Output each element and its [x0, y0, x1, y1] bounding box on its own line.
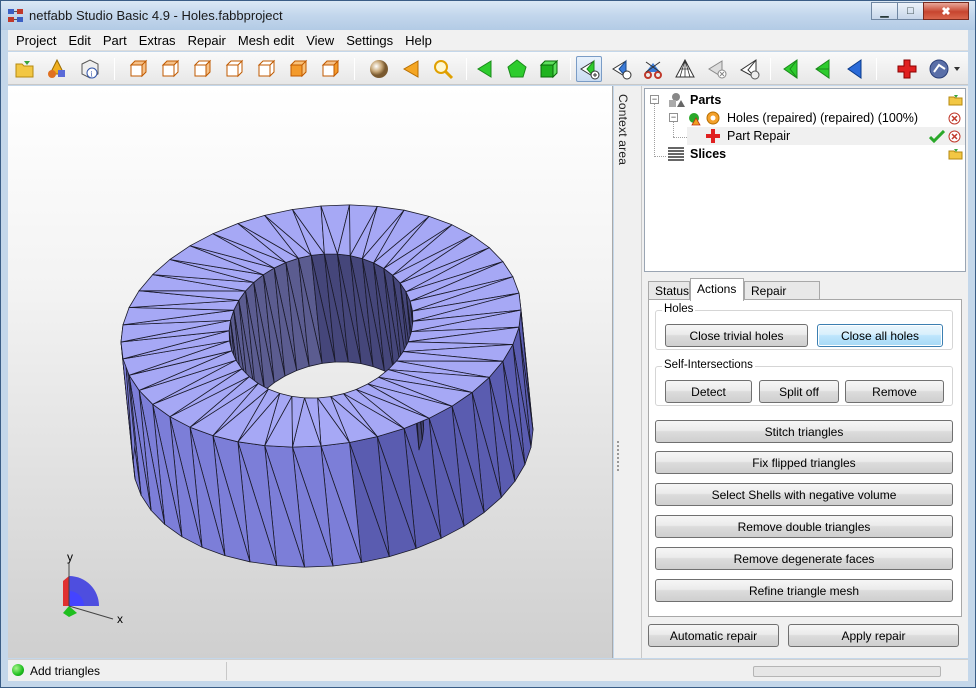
- menu-extras[interactable]: Extras: [133, 30, 182, 51]
- parts-icon: [669, 93, 685, 107]
- minimize-button[interactable]: ▁: [871, 2, 898, 20]
- green-triangle-alt-icon[interactable]: [810, 56, 836, 82]
- view-right-icon[interactable]: [222, 56, 248, 82]
- part-collapse-toggle[interactable]: −: [669, 113, 678, 122]
- axis-x-label: x: [117, 612, 123, 626]
- tree-item-parts[interactable]: Parts: [667, 91, 721, 109]
- part-status-icon: [689, 113, 701, 126]
- triangle-left-icon[interactable]: [398, 56, 424, 82]
- holes-legend: Holes: [662, 303, 696, 315]
- fix-flipped-triangles-button[interactable]: Fix flipped triangles: [655, 451, 953, 474]
- delete-triangle-icon[interactable]: [704, 56, 730, 82]
- tree-item-part[interactable]: Holes (repaired) (repaired) (100%): [687, 109, 918, 127]
- parts-label: Parts: [690, 93, 722, 107]
- slices-folder-icon[interactable]: [948, 148, 963, 160]
- toolbar: i: [8, 52, 968, 85]
- shading-sphere-icon[interactable]: [366, 56, 392, 82]
- view-back-icon[interactable]: [158, 56, 184, 82]
- status-bar: Add triangles: [8, 659, 968, 681]
- mesh-tool-icon[interactable]: [736, 56, 762, 82]
- menu-part[interactable]: Part: [97, 30, 133, 51]
- apply-repair-button[interactable]: Apply repair: [788, 624, 959, 647]
- remove-degenerate-faces-button[interactable]: Remove degenerate faces: [655, 547, 953, 570]
- green-triangle-left-icon[interactable]: [778, 56, 804, 82]
- tree-item-part-repair[interactable]: Part Repair: [687, 127, 965, 145]
- tab-actions[interactable]: Actions: [690, 278, 744, 301]
- part-label: Holes (repaired) (repaired) (100%): [727, 111, 919, 125]
- close-button[interactable]: ✖: [923, 2, 969, 20]
- status-text: Add triangles: [30, 664, 101, 678]
- tab-status[interactable]: Status: [648, 281, 690, 300]
- axis-gizmo: y x: [63, 551, 123, 626]
- add-part-icon[interactable]: [44, 56, 70, 82]
- detect-button[interactable]: Detect: [665, 380, 752, 403]
- visibility-eye-icon[interactable]: [705, 110, 721, 126]
- menu-bar: Project Edit Part Extras Repair Mesh edi…: [8, 30, 968, 51]
- repair-cross-icon[interactable]: [894, 56, 920, 82]
- parts-folder-icon[interactable]: [948, 94, 963, 106]
- split-off-button[interactable]: Split off: [759, 380, 839, 403]
- blue-triangle-icon[interactable]: [842, 56, 868, 82]
- project-tree: − Parts − Holes (repaired) (repaired) (1…: [644, 88, 966, 272]
- 3d-viewport[interactable]: y x: [8, 86, 613, 658]
- view-left-icon[interactable]: [190, 56, 216, 82]
- automatic-repair-button[interactable]: Automatic repair: [648, 624, 779, 647]
- select-shell-icon[interactable]: [536, 56, 562, 82]
- menu-settings[interactable]: Settings: [340, 30, 399, 51]
- slices-icon: [668, 147, 684, 161]
- actions-panel: Holes Close trivial holes Close all hole…: [648, 299, 962, 617]
- axis-y-label: y: [67, 551, 73, 564]
- repair-remove-icon[interactable]: [948, 130, 961, 143]
- menu-view[interactable]: View: [300, 30, 340, 51]
- close-all-holes-button[interactable]: Close all holes: [817, 324, 943, 347]
- self-intersections-legend: Self-Intersections: [662, 359, 755, 371]
- context-area-strip[interactable]: Context area: [614, 86, 642, 658]
- mesh-wire-icon[interactable]: [672, 56, 698, 82]
- part-repair-label: Part Repair: [727, 129, 791, 143]
- view-front-icon[interactable]: [126, 56, 152, 82]
- status-ok-icon: [12, 664, 24, 676]
- view-bottom-icon[interactable]: [286, 56, 312, 82]
- move-point-icon[interactable]: [608, 56, 634, 82]
- right-panel: − Parts − Holes (repaired) (repaired) (1…: [642, 86, 968, 658]
- open-folder-icon[interactable]: [12, 56, 38, 82]
- splitter-grip[interactable]: [617, 441, 621, 471]
- zoom-icon[interactable]: [430, 56, 456, 82]
- title-bar: netfabb Studio Basic 4.9 - Holes.fabbpro…: [1, 1, 975, 30]
- remove-intersections-button[interactable]: Remove: [845, 380, 944, 403]
- view-top-icon[interactable]: [254, 56, 280, 82]
- apply-check-icon[interactable]: [929, 130, 945, 143]
- tab-repair-scripts[interactable]: Repair scripts: [744, 281, 820, 312]
- app-logo-icon: [8, 9, 23, 22]
- refine-triangle-mesh-button[interactable]: Refine triangle mesh: [655, 579, 953, 602]
- menu-project[interactable]: Project: [10, 30, 62, 51]
- window-title: netfabb Studio Basic 4.9 - Holes.fabbpro…: [29, 8, 283, 23]
- cut-triangle-icon[interactable]: [640, 56, 666, 82]
- repair-cross-small-icon: [706, 129, 720, 143]
- part-info-icon[interactable]: i: [76, 56, 102, 82]
- select-triangle-icon[interactable]: [472, 56, 498, 82]
- remove-double-triangles-button[interactable]: Remove double triangles: [655, 515, 953, 538]
- progress-bar: [753, 666, 941, 677]
- tree-item-slices[interactable]: Slices: [667, 145, 726, 163]
- help-dropdown-icon[interactable]: [926, 56, 962, 82]
- select-surface-icon[interactable]: [504, 56, 530, 82]
- context-area-label: Context area: [616, 94, 630, 166]
- add-triangle-icon[interactable]: [576, 56, 602, 82]
- app-window: netfabb Studio Basic 4.9 - Holes.fabbpro…: [0, 0, 976, 688]
- maximize-button[interactable]: □: [897, 2, 924, 20]
- slices-label: Slices: [690, 147, 727, 161]
- select-shells-negative-volume-button[interactable]: Select Shells with negative volume: [655, 483, 953, 506]
- view-iso-icon[interactable]: [318, 56, 344, 82]
- close-trivial-holes-button[interactable]: Close trivial holes: [665, 324, 808, 347]
- menu-mesh-edit[interactable]: Mesh edit: [232, 30, 300, 51]
- menu-help[interactable]: Help: [399, 30, 438, 51]
- menu-edit[interactable]: Edit: [62, 30, 96, 51]
- parts-collapse-toggle[interactable]: −: [650, 95, 659, 104]
- menu-repair[interactable]: Repair: [182, 30, 232, 51]
- stitch-triangles-button[interactable]: Stitch triangles: [655, 420, 953, 443]
- part-remove-icon[interactable]: [948, 112, 961, 125]
